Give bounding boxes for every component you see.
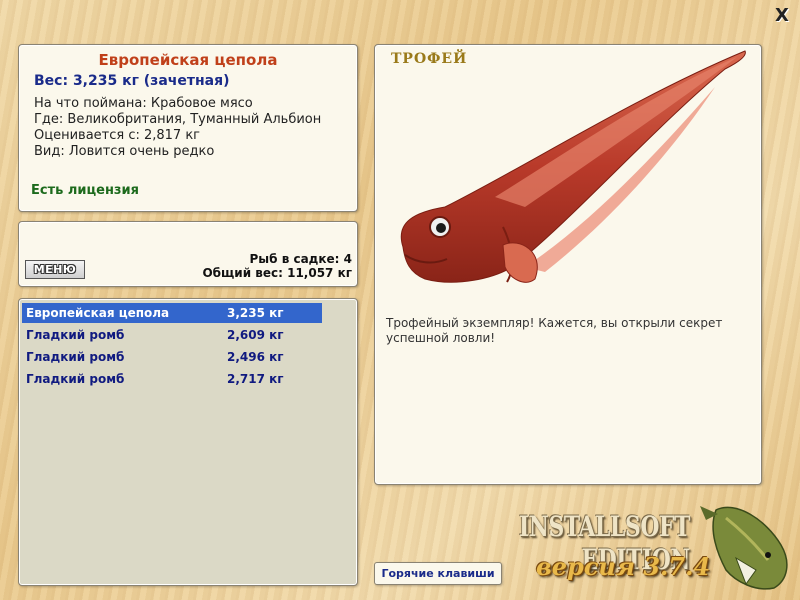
trophy-panel: ТРОФЕЙ Трофейный экземпляр! Кажется, вы …: [374, 44, 762, 485]
fish-list: Европейская цепола 3,235 кг Гладкий ромб…: [18, 298, 358, 586]
list-item-weight: 2,609 кг: [227, 328, 284, 342]
menu-button[interactable]: МЕНЮ: [25, 260, 85, 279]
trophy-message: Трофейный экземпляр! Кажется, вы открыли…: [386, 316, 723, 345]
list-item-name: Гладкий ромб: [26, 328, 125, 342]
pike-logo-icon: [700, 506, 788, 590]
caught-on-text: На что поймана: Крабовое мясо: [34, 96, 253, 111]
list-item[interactable]: Европейская цепола 3,235 кг: [22, 303, 322, 323]
trophy-label: ТРОФЕЙ: [391, 51, 468, 67]
list-item-name: Гладкий ромб: [26, 372, 125, 386]
fish-title: Европейская цепола: [98, 51, 278, 69]
total-weight: Общий вес: 11,057 кг: [202, 266, 352, 280]
fish-image: [400, 50, 746, 283]
close-icon[interactable]: X: [772, 6, 792, 26]
fish-info-panel: Европейская цепола Вес: 3,235 кг (зачетн…: [18, 44, 358, 212]
keepnet-summary-panel: МЕНЮ Рыб в садке: 4 Общий вес: 11,057 кг: [18, 221, 358, 287]
list-item-name: Гладкий ромб: [26, 350, 125, 364]
list-item-name: Европейская цепола: [26, 306, 170, 320]
list-item[interactable]: Гладкий ромб 2,496 кг: [22, 347, 322, 367]
kind-text: Вид: Ловится очень редко: [34, 144, 215, 159]
fish-count: Рыб в садке: 4: [249, 252, 353, 266]
list-item-weight: 2,496 кг: [227, 350, 284, 364]
version-label: версия 3.7.4: [536, 552, 711, 581]
license-status: Есть лицензия: [31, 183, 139, 198]
list-item-weight: 2,717 кг: [227, 372, 284, 386]
list-item[interactable]: Гладкий ромб 2,717 кг: [22, 369, 322, 389]
fish-weight: Вес: 3,235 кг (зачетная): [34, 73, 230, 89]
hotkeys-button[interactable]: Горячие клавиши: [374, 562, 502, 585]
where-text: Где: Великобритания, Туманный Альбион: [34, 112, 322, 127]
list-item[interactable]: Гладкий ромб 2,609 кг: [22, 325, 322, 345]
valued-from-text: Оценивается с: 2,817 кг: [34, 128, 201, 143]
list-item-weight: 3,235 кг: [227, 306, 284, 320]
